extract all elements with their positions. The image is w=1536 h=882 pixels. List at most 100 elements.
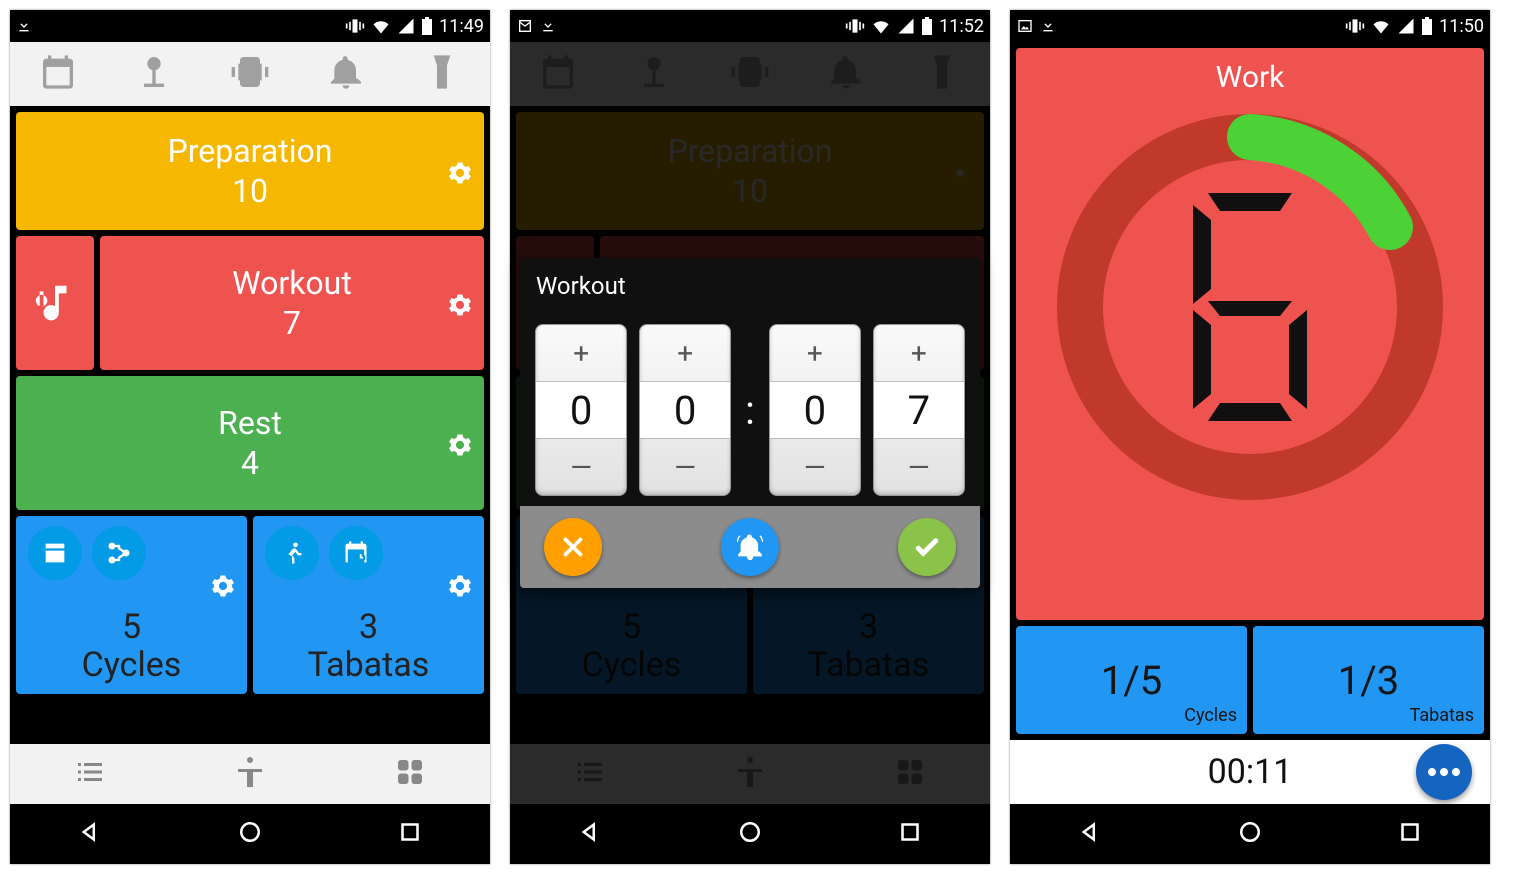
card-tabatas[interactable]: 3 Tabatas [253, 516, 484, 694]
work-value: 7 [283, 304, 301, 342]
signal-icon [897, 17, 915, 35]
signal-icon [397, 17, 415, 35]
plus-icon[interactable]: + [640, 325, 730, 381]
tab-list[interactable] [72, 754, 108, 794]
picker-min-ones[interactable]: + 0 — [639, 324, 731, 496]
bottom-tab-bar [10, 744, 490, 804]
elapsed-time: 00:11 [1208, 752, 1293, 792]
stat-cycles[interactable]: 1/5 Cycles [1016, 626, 1247, 734]
runner-icon[interactable] [265, 526, 319, 580]
wifi-icon [371, 16, 391, 36]
wifi-icon [871, 16, 891, 36]
colon-separator: : [743, 387, 757, 434]
picker-min-tens[interactable]: + 0 — [535, 324, 627, 496]
android-nav-bar [10, 804, 490, 864]
work-label: Workout [232, 264, 352, 302]
cycles-value: 5 [16, 608, 247, 646]
gear-icon[interactable] [209, 572, 237, 600]
status-clock: 11:52 [939, 16, 984, 37]
gear-icon[interactable] [446, 429, 474, 457]
tab-torch[interactable] [422, 52, 462, 96]
gear-icon[interactable] [446, 572, 474, 600]
modal-title: Workout [520, 258, 980, 314]
cycles-value: 1/5 [1101, 657, 1162, 704]
wifi-icon [1371, 16, 1391, 36]
minus-icon[interactable]: — [770, 439, 860, 495]
more-fab[interactable] [1416, 744, 1472, 800]
phone-config-screen: 11:49 Preparation 10 W [10, 10, 490, 864]
picker-sec-tens[interactable]: + 0 — [769, 324, 861, 496]
plus-icon[interactable]: + [536, 325, 626, 381]
tabatas-value: 1/3 [1338, 657, 1399, 704]
timer-card[interactable]: Work [1016, 48, 1484, 620]
card-cycles[interactable]: 5 Cycles [16, 516, 247, 694]
nav-back[interactable] [575, 817, 605, 851]
minus-icon[interactable]: — [536, 439, 626, 495]
tab-pose[interactable] [232, 754, 268, 794]
tab-bell[interactable] [326, 52, 366, 96]
nav-back[interactable] [75, 817, 105, 851]
card-music[interactable] [16, 236, 94, 370]
download-icon [16, 18, 32, 34]
minus-icon[interactable]: — [640, 439, 730, 495]
top-tab-bar [10, 42, 490, 106]
card-preparation[interactable]: Preparation 10 [16, 112, 484, 230]
battery-icon [421, 17, 433, 35]
card-rest[interactable]: Rest 4 [16, 376, 484, 510]
download-icon [1040, 18, 1056, 34]
android-nav-bar [1010, 804, 1490, 864]
cancel-button[interactable] [544, 518, 602, 576]
tab-scale[interactable] [134, 52, 174, 96]
status-clock: 11:49 [439, 16, 484, 37]
nav-home[interactable] [235, 817, 265, 851]
prep-label: Preparation [168, 132, 333, 170]
tabatas-value: 3 [253, 608, 484, 646]
download-icon [540, 18, 556, 34]
status-bar: 11:50 [1010, 10, 1490, 42]
nav-recent[interactable] [395, 817, 425, 851]
vibrate-icon [345, 16, 365, 36]
branch-icon[interactable] [92, 526, 146, 580]
schedule-icon[interactable] [329, 526, 383, 580]
cycles-label: Cycles [1184, 705, 1237, 726]
nav-home[interactable] [735, 817, 765, 851]
tab-vibrate[interactable] [230, 52, 270, 96]
battery-icon [1421, 17, 1433, 35]
confirm-button[interactable] [898, 518, 956, 576]
status-bar: 11:52 [510, 10, 990, 42]
vibrate-icon [845, 16, 865, 36]
stat-tabatas[interactable]: 1/3 Tabatas [1253, 626, 1484, 734]
card-workout[interactable]: Workout 7 [100, 236, 484, 370]
nav-recent[interactable] [895, 817, 925, 851]
plus-icon[interactable]: + [874, 325, 964, 381]
nav-recent[interactable] [1395, 817, 1425, 851]
elapsed-bar: 00:11 [1010, 740, 1490, 804]
signal-icon [1397, 17, 1415, 35]
tab-grid[interactable] [392, 754, 428, 794]
tab-calendar[interactable] [38, 52, 78, 96]
cycles-label: Cycles [16, 646, 247, 684]
clapper-icon[interactable] [28, 526, 82, 580]
tabatas-label: Tabatas [253, 646, 484, 684]
config-content: Preparation 10 Workout 7 [10, 42, 490, 804]
digit: 0 [640, 381, 730, 439]
digit: 0 [770, 381, 860, 439]
plus-icon[interactable]: + [770, 325, 860, 381]
workout-time-modal: Workout + 0 — + 0 — : + 0 — [520, 258, 980, 588]
digit: 7 [874, 381, 964, 439]
music-icon [32, 280, 78, 326]
picker-sec-ones[interactable]: + 7 — [873, 324, 965, 496]
timer-seconds [1050, 107, 1450, 507]
bell-button[interactable] [721, 518, 779, 576]
minus-icon[interactable]: — [874, 439, 964, 495]
gear-icon[interactable] [446, 157, 474, 185]
nav-home[interactable] [1235, 817, 1265, 851]
phone-picker-screen: 11:52 Preparation 10 5 [510, 10, 990, 864]
image-icon [1016, 18, 1034, 34]
status-bar: 11:49 [10, 10, 490, 42]
mail-icon [516, 18, 534, 34]
gear-icon[interactable] [446, 289, 474, 317]
vibrate-icon [1345, 16, 1365, 36]
battery-icon [921, 17, 933, 35]
nav-back[interactable] [1075, 817, 1105, 851]
